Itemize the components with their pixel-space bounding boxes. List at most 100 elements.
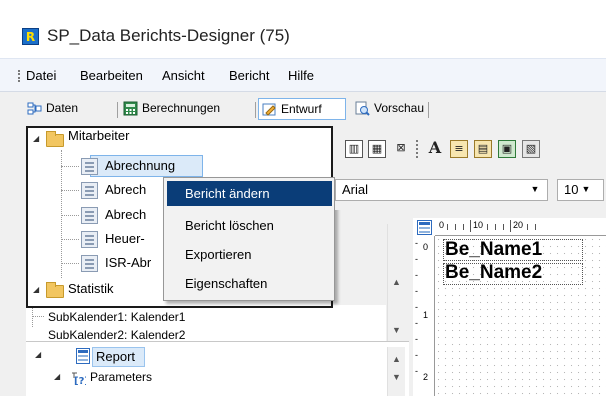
toolbar-grip-icon (416, 140, 418, 158)
menu-datei[interactable]: Datei (26, 68, 56, 83)
report-panel-scrollbar[interactable]: ▲ ▼ (387, 347, 405, 396)
text-field-icon[interactable]: A (426, 140, 444, 158)
columns-icon[interactable]: ▥ (345, 140, 363, 158)
ruler-tick: - (415, 270, 418, 280)
tab-vorschau[interactable]: Vorschau (352, 98, 424, 120)
report-designer-window: R SP_Data Berichts-Designer (75) Datei B… (0, 0, 606, 396)
ruler-tick (447, 224, 448, 230)
chevron-down-icon[interactable]: ▼ (524, 179, 546, 199)
parameters-node-label[interactable]: Parameters (90, 367, 152, 387)
folder-icon (46, 131, 64, 147)
ruler-tick: - (415, 254, 418, 264)
memo-icon[interactable]: ≡ (450, 140, 468, 158)
tab-entwurf[interactable]: Entwurf (258, 98, 346, 120)
report-field[interactable]: Be_Name1 (445, 240, 542, 260)
tree-item-report[interactable]: Heuer- (105, 229, 145, 249)
scroll-down-icon[interactable]: ▼ (388, 369, 405, 386)
tab-separator (428, 102, 429, 118)
field-list-scrollbar[interactable]: ▲ ▼ (387, 224, 405, 341)
expression-icon[interactable]: ▣ (498, 140, 516, 158)
context-bericht-aendern[interactable]: Bericht ändern (167, 181, 332, 206)
menu-hilfe[interactable]: Hilfe (288, 68, 314, 83)
tree-item-report[interactable]: Abrech (105, 180, 146, 200)
tree-item-report[interactable]: Abrechnung (105, 156, 175, 176)
menu-bericht[interactable]: Bericht (229, 68, 269, 83)
tree-connector (61, 263, 79, 264)
ruler-mark: 1 (423, 310, 429, 320)
list-item[interactable]: SubKalender1: Kalender1 (48, 307, 185, 327)
ruler-tick (487, 224, 488, 230)
folder-icon (46, 282, 64, 298)
report-doc-icon (81, 158, 98, 175)
image-field-icon[interactable]: ▧ (522, 140, 540, 158)
report-doc-icon (81, 207, 98, 224)
tree-connector (32, 316, 44, 317)
preview-magnifier-icon (355, 101, 370, 116)
report-doc-icon (81, 231, 98, 248)
ruler-tick: - (415, 334, 418, 344)
menu-grip-icon (18, 70, 20, 82)
collapse-icon[interactable]: ◢ (33, 285, 39, 294)
window-title: SP_Data Berichts-Designer (75) (47, 26, 290, 45)
chevron-down-icon[interactable]: ▼ (575, 179, 597, 199)
ruler-tick (527, 224, 528, 230)
report-icon (76, 348, 90, 364)
data-grid-icon (27, 102, 42, 115)
ruler-tick: - (415, 302, 418, 312)
tree-connector (61, 239, 79, 240)
tab-daten[interactable]: Daten (24, 98, 78, 120)
scroll-up-icon[interactable]: ▲ (388, 274, 405, 291)
app-logo-icon: R (22, 28, 39, 45)
view-tab-bar: Daten Berechnungen Entwurf Vorschau (0, 92, 606, 124)
ruler-horizontal: 0 10 20 (435, 218, 606, 236)
grid-icon[interactable]: ▦ (368, 140, 386, 158)
scroll-down-icon[interactable]: ▼ (388, 322, 405, 339)
tree-item-statistik[interactable]: Statistik (68, 279, 114, 299)
context-menu: Bericht ändern Bericht löschen Exportier… (163, 177, 335, 301)
context-item-label: Eigenschaften (185, 276, 268, 291)
tab-berechnungen[interactable]: Berechnungen (120, 98, 220, 120)
ruler-tick: - (415, 350, 418, 360)
list-item[interactable]: SubKalender2: Kalender2 (48, 325, 185, 339)
collapse-icon[interactable]: ◢ (35, 350, 41, 359)
close-box-icon[interactable]: ⊠ (392, 140, 410, 158)
context-item-label: Bericht löschen (185, 218, 274, 233)
ruler-tick: - (415, 318, 418, 328)
tab-separator (255, 102, 256, 118)
data-field-icon[interactable]: ▤ (474, 140, 492, 158)
tree-item-report[interactable]: ISR-Abr (105, 253, 151, 273)
ruler-tick: - (415, 366, 418, 376)
tab-vorschau-label: Vorschau (374, 101, 425, 115)
menu-bar: Datei Bearbeiten Ansicht Bericht Hilfe (0, 58, 606, 92)
tab-berechnungen-label: Berechnungen (142, 101, 221, 115)
ruler-tick (535, 224, 536, 230)
report-field[interactable]: Be_Name2 (445, 263, 542, 283)
ruler-tick (470, 220, 471, 232)
menu-ansicht[interactable]: Ansicht (162, 68, 205, 83)
ruler-mark: 20 (513, 220, 524, 230)
parameters-icon: [?] (72, 372, 86, 385)
context-exportieren[interactable]: Exportieren (167, 242, 332, 267)
collapse-icon[interactable]: ◢ (54, 372, 60, 381)
collapse-icon[interactable]: ◢ (33, 134, 39, 143)
font-name-select[interactable]: Arial (335, 179, 548, 201)
ruler-tick (455, 224, 456, 230)
tree-item-mitarbeiter[interactable]: Mitarbeiter (68, 126, 129, 146)
tab-separator (117, 102, 118, 118)
context-eigenschaften[interactable]: Eigenschaften (167, 271, 332, 296)
report-node-label[interactable]: Report (96, 347, 135, 367)
band-icon (417, 220, 432, 235)
context-bericht-loeschen[interactable]: Bericht löschen (167, 213, 332, 238)
sub-report-list: SubKalender1: Kalender1 SubKalender2: Ka… (26, 305, 386, 341)
design-canvas[interactable]: 0 10 20 - 0 - - - - 1 - - - - 2 Be_Name1… (413, 218, 606, 396)
title-bar: R SP_Data Berichts-Designer (75) (0, 0, 606, 58)
menu-bearbeiten[interactable]: Bearbeiten (80, 68, 143, 83)
tab-entwurf-label: Entwurf (281, 102, 322, 116)
ruler-tick (510, 220, 511, 232)
tree-connector (61, 215, 79, 216)
tree-item-report[interactable]: Abrech (105, 205, 146, 225)
scroll-up-icon[interactable]: ▲ (388, 351, 405, 368)
report-doc-icon (81, 255, 98, 272)
tree-connector (61, 190, 79, 191)
ruler-tick (495, 224, 496, 230)
